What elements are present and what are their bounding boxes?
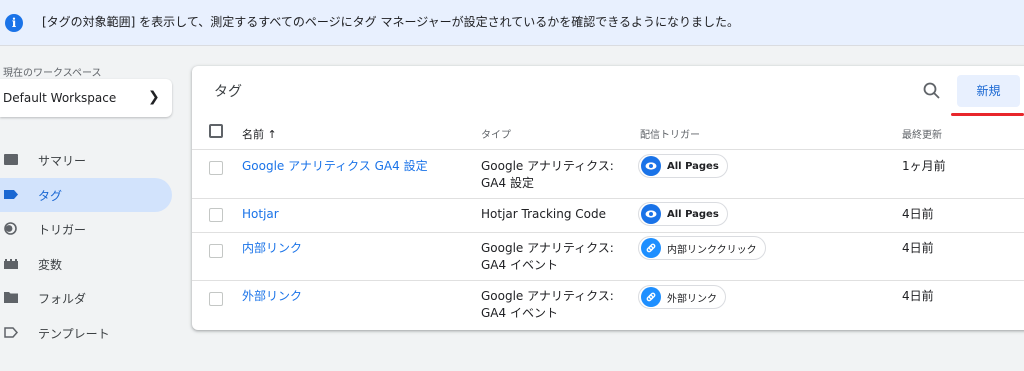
tag-type-line1: Google アナリティクス: (481, 241, 614, 255)
tag-type-line1: Google アナリティクス: (481, 159, 614, 173)
search-icon[interactable] (921, 80, 943, 102)
tag-icon (4, 190, 18, 199)
last-updated: 4日前 (902, 289, 934, 303)
tag-type-line2: GA4 イベント (481, 258, 558, 272)
sidebar-item-tags[interactable]: タグ (0, 178, 172, 212)
trigger-icon (4, 222, 17, 235)
column-header-updated[interactable]: 最終更新 (902, 126, 942, 141)
last-updated: 1ヶ月前 (902, 159, 946, 173)
eye-icon (641, 204, 661, 224)
sidebar-item-label: フォルダ (38, 292, 87, 306)
last-updated: 4日前 (902, 241, 934, 255)
banner-message: [タグの対象範囲] を表示して、測定するすべてのページにタグ マネージャーが設定… (42, 15, 740, 29)
row-checkbox[interactable] (209, 161, 223, 175)
tag-name-link[interactable]: 外部リンク (242, 288, 302, 305)
tag-type-line2: GA4 設定 (481, 176, 534, 190)
tag-name-link[interactable]: 内部リンク (242, 240, 302, 257)
row-checkbox[interactable] (209, 292, 223, 306)
row-divider (192, 198, 1024, 199)
highlight-underline (951, 113, 1024, 116)
info-banner: i [タグの対象範囲] を表示して、測定するすべてのページにタグ マネージャーが… (0, 0, 1024, 46)
template-icon (4, 327, 18, 338)
sidebar-item-folders[interactable]: フォルダ (0, 281, 172, 315)
select-all-checkbox[interactable] (209, 124, 223, 138)
chevron-right-icon: ❯ (148, 89, 160, 105)
sidebar-item-triggers[interactable]: トリガー (0, 212, 172, 246)
workspace-selector[interactable]: Default Workspace ❯ (0, 79, 172, 117)
tag-type-line1: Hotjar Tracking Code (481, 207, 606, 221)
info-icon: i (5, 14, 23, 32)
new-tag-button[interactable]: 新規 (957, 75, 1020, 107)
sidebar-item-variables[interactable]: 変数 (0, 247, 172, 281)
sidebar-item-label: サマリー (38, 154, 87, 168)
sidebar-item-label: トリガー (38, 223, 87, 237)
folder-icon (4, 292, 18, 303)
sidebar-item-label: タグ (38, 189, 63, 203)
trigger-label: 内部リンククリック (667, 244, 757, 256)
summary-icon (4, 154, 18, 165)
row-divider (192, 280, 1024, 281)
card-title: タグ (214, 84, 242, 100)
row-divider (192, 232, 1024, 233)
tag-type-line2: GA4 イベント (481, 306, 558, 320)
trigger-label: 外部リンク (667, 293, 717, 305)
last-updated: 4日前 (902, 207, 934, 221)
row-checkbox[interactable] (209, 244, 223, 258)
trigger-chip[interactable]: 外部リンク (638, 285, 726, 309)
column-header-name[interactable]: 名前 ↑ (242, 126, 277, 142)
column-header-trigger[interactable]: 配信トリガー (640, 126, 700, 141)
trigger-label: All Pages (667, 208, 719, 220)
row-checkbox[interactable] (209, 208, 223, 222)
tags-card: タグ 新規 名前 ↑ タイプ 配信トリガー 最終更新 Google アナリティク… (192, 66, 1024, 330)
variables-icon (4, 259, 18, 269)
trigger-chip[interactable]: All Pages (638, 154, 728, 178)
sidebar-item-summary[interactable]: サマリー (0, 143, 172, 177)
row-divider (192, 149, 1024, 150)
column-header-type[interactable]: タイプ (481, 126, 511, 141)
workspace-name: Default Workspace (3, 91, 117, 105)
workspace-label: 現在のワークスペース (3, 68, 102, 79)
eye-icon (641, 156, 661, 176)
link-icon (641, 287, 661, 307)
sidebar-item-templates[interactable]: テンプレート (0, 316, 172, 350)
sidebar-item-label: 変数 (38, 258, 63, 272)
tag-type-line1: Google アナリティクス: (481, 289, 614, 303)
trigger-chip[interactable]: All Pages (638, 202, 728, 226)
trigger-chip[interactable]: 内部リンククリック (638, 236, 766, 260)
tag-name-link[interactable]: Google アナリティクス GA4 設定 (242, 158, 428, 175)
tag-name-link[interactable]: Hotjar (242, 206, 279, 223)
trigger-label: All Pages (667, 160, 719, 172)
link-icon (641, 238, 661, 258)
sidebar-item-label: テンプレート (38, 327, 110, 341)
